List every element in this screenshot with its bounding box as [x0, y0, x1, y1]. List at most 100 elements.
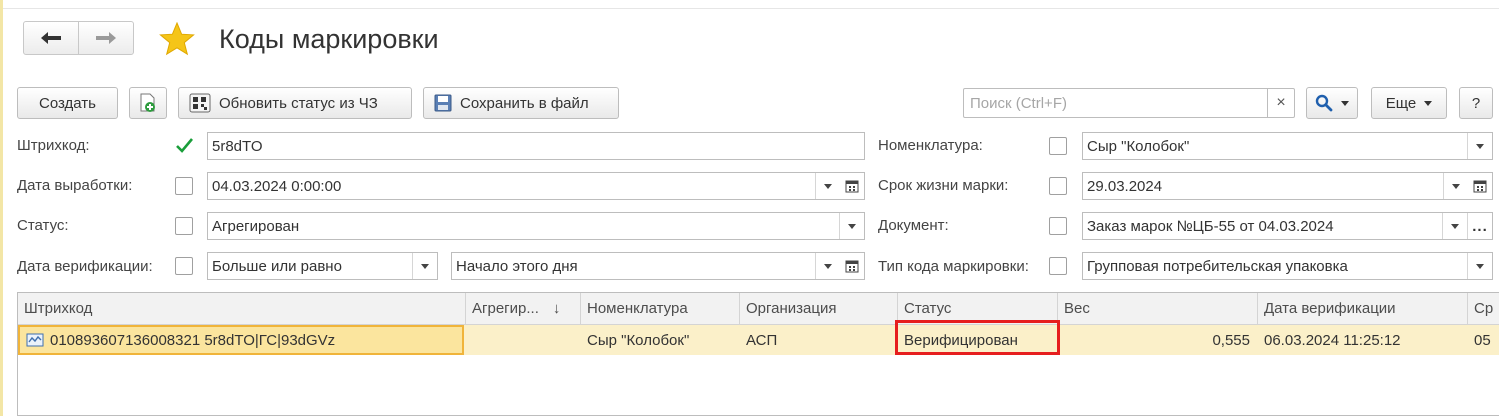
chevron-down-icon — [824, 183, 832, 189]
search-input[interactable] — [964, 89, 1276, 117]
nomenclature-dropdown[interactable] — [1467, 133, 1492, 159]
add-from-file-button[interactable] — [129, 87, 167, 119]
status-dropdown[interactable] — [839, 213, 864, 239]
add-document-icon — [140, 93, 155, 112]
mark-lifetime-dropdown[interactable] — [1443, 173, 1468, 199]
search-box: × — [963, 88, 1295, 118]
cell-organization[interactable]: АСП — [740, 325, 898, 355]
document-dropdown[interactable] — [1442, 213, 1467, 239]
update-status-label: Обновить статус из ЧЗ — [219, 94, 378, 112]
table-row[interactable]: 010893607136008321 5r8dTO|ГС|93dGVz Сыр … — [18, 325, 1499, 355]
production-date-label: Дата выработки: — [17, 177, 133, 194]
create-button[interactable]: Создать — [17, 87, 118, 119]
search-options-button[interactable] — [1306, 87, 1358, 119]
cell-aggregated[interactable] — [466, 325, 581, 355]
top-border — [0, 0, 1499, 9]
barcode-text: 010893607136008321 5r8dTO|ГС|93dGVz — [50, 331, 336, 349]
verification-date-field[interactable]: Начало этого дня — [451, 252, 865, 280]
barcode-field[interactable]: 5r8dTO — [207, 132, 865, 160]
cell-nomenclature[interactable]: Сыр "Колобок" — [581, 325, 740, 355]
column-header-weight[interactable]: Вес — [1058, 293, 1258, 324]
help-label: ? — [1471, 94, 1481, 112]
save-file-button[interactable]: Сохранить в файл — [423, 87, 619, 119]
barcode-value: 5r8dTO — [212, 137, 263, 155]
favorite-star-icon[interactable] — [159, 21, 195, 56]
chevron-down-icon — [1476, 143, 1484, 149]
chevron-down-icon — [1341, 100, 1349, 106]
status-field[interactable]: Агрегирован — [207, 212, 865, 240]
verification-date-value: Начало этого дня — [456, 257, 578, 275]
nav-buttons — [23, 21, 134, 55]
search-icon — [1315, 94, 1333, 112]
column-header-organization[interactable]: Организация — [740, 293, 898, 324]
document-select-button[interactable]: ... — [1467, 213, 1492, 239]
status-highlight-box — [895, 320, 1060, 355]
cell-weight[interactable]: 0,555 — [1058, 325, 1258, 355]
left-accent-edge — [0, 0, 3, 416]
mark-lifetime-label: Срок жизни марки: — [878, 177, 1009, 194]
column-header-barcode[interactable]: Штрихкод — [18, 293, 466, 324]
column-header-aggregated[interactable]: Агрегир... ↓ — [466, 293, 581, 324]
update-status-button[interactable]: Обновить статус из ЧЗ — [178, 87, 412, 119]
mark-lifetime-value: 29.03.2024 — [1087, 177, 1163, 195]
verification-date-dropdown[interactable] — [815, 253, 840, 279]
nomenclature-checkbox[interactable] — [1049, 137, 1067, 155]
column-header-extra[interactable]: Ср — [1468, 293, 1499, 324]
page-title: Коды маркировки — [219, 24, 439, 54]
cell-verification-date[interactable]: 06.03.2024 11:25:12 — [1258, 325, 1468, 355]
barcode-label: Штрихкод: — [17, 137, 90, 154]
document-label: Документ: — [878, 217, 949, 234]
codes-table: Штрихкод Агрегир... ↓ Номенклатура Орган… — [17, 292, 1499, 416]
column-header-nomenclature[interactable]: Номенклатура — [581, 293, 740, 324]
cell-extra[interactable]: 05 — [1468, 325, 1499, 355]
more-menu-button[interactable]: Еще — [1371, 87, 1447, 119]
chevron-down-icon — [1451, 223, 1459, 229]
close-icon: × — [1276, 94, 1286, 111]
create-button-label: Создать — [38, 94, 96, 112]
mark-lifetime-checkbox[interactable] — [1049, 177, 1067, 195]
chevron-down-icon — [848, 223, 856, 229]
status-checkbox[interactable] — [175, 217, 193, 235]
more-menu-label: Еще — [1385, 94, 1417, 112]
back-button[interactable] — [24, 22, 78, 54]
arrow-right-icon — [96, 32, 116, 44]
chevron-down-icon — [421, 263, 429, 269]
clear-search-button[interactable]: × — [1267, 89, 1294, 117]
document-field[interactable]: Заказ марок №ЦБ-55 от 04.03.2024 ... — [1082, 212, 1493, 240]
verification-condition-dropdown[interactable] — [412, 253, 437, 279]
barcode-checkbox[interactable] — [174, 136, 194, 156]
production-date-dropdown[interactable] — [815, 173, 840, 199]
chevron-down-icon — [1476, 263, 1484, 269]
sort-arrow-icon: ↓ — [552, 300, 561, 317]
nomenclature-field[interactable]: Сыр "Колобок" — [1082, 132, 1493, 160]
calendar-icon[interactable] — [840, 253, 864, 279]
production-date-field[interactable]: 04.03.2024 0:00:00 — [207, 172, 865, 200]
help-button[interactable]: ? — [1459, 87, 1493, 119]
document-checkbox[interactable] — [1049, 217, 1067, 235]
status-label: Статус: — [17, 217, 69, 234]
nomenclature-label: Номенклатура: — [878, 137, 983, 154]
marking-code-icon — [26, 333, 44, 347]
verification-condition-field[interactable]: Больше или равно — [207, 252, 438, 280]
column-header-verification-date[interactable]: Дата верификации — [1258, 293, 1468, 324]
calendar-icon[interactable] — [1468, 173, 1492, 199]
code-type-field[interactable]: Групповая потребительская упаковка — [1082, 252, 1493, 280]
verification-date-checkbox[interactable] — [175, 257, 193, 275]
forward-button[interactable] — [78, 22, 133, 54]
chevron-down-icon — [1452, 183, 1460, 189]
code-type-label: Тип кода маркировки: — [878, 258, 1029, 275]
mark-lifetime-field[interactable]: 29.03.2024 — [1082, 172, 1493, 200]
column-header-aggregated-label: Агрегир... — [472, 300, 539, 317]
production-date-checkbox[interactable] — [175, 177, 193, 195]
arrow-left-icon — [41, 32, 61, 44]
chevron-down-icon — [824, 263, 832, 269]
cell-barcode[interactable]: 010893607136008321 5r8dTO|ГС|93dGVz — [18, 325, 464, 355]
code-type-dropdown[interactable] — [1467, 253, 1492, 279]
nomenclature-value: Сыр "Колобок" — [1087, 137, 1190, 155]
document-value: Заказ марок №ЦБ-55 от 04.03.2024 — [1087, 217, 1334, 235]
code-type-value: Групповая потребительская упаковка — [1087, 257, 1348, 275]
production-date-value: 04.03.2024 0:00:00 — [212, 177, 342, 195]
code-type-checkbox[interactable] — [1049, 257, 1067, 275]
table-header: Штрихкод Агрегир... ↓ Номенклатура Орган… — [18, 293, 1499, 325]
calendar-icon[interactable] — [840, 173, 864, 199]
